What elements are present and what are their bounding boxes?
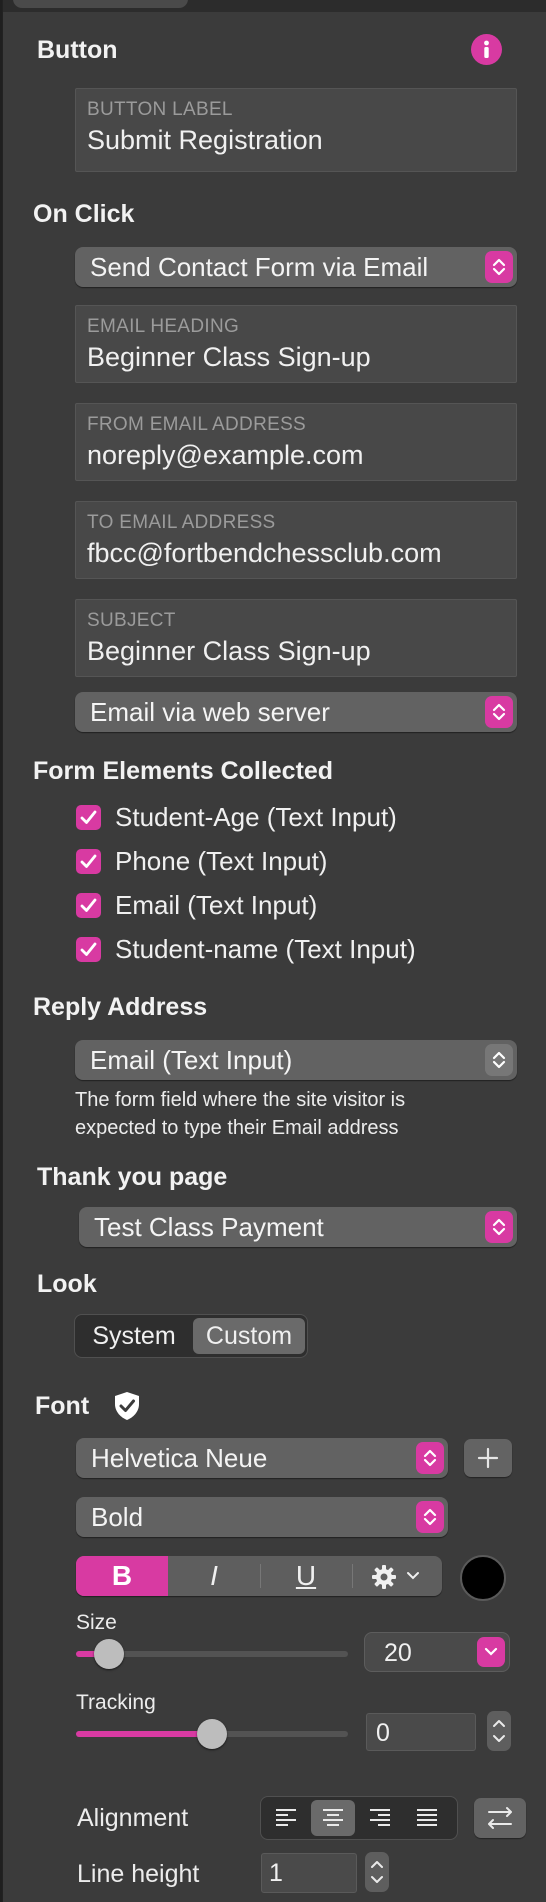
subject-caption: SUBJECT [87,610,176,631]
email-heading-field[interactable]: EMAIL HEADING Beginner Class Sign-up [75,305,517,383]
add-font-button[interactable] [464,1439,512,1477]
chevron-updown-icon [416,1442,444,1474]
reply-address-description: The form field where the site visitor is… [75,1086,405,1142]
line-height-value: 1 [269,1859,283,1887]
font-style-popup[interactable]: Bold [76,1497,448,1537]
on-click-action-popup[interactable]: Send Contact Form via Email [75,247,517,287]
checkbox-student-name[interactable] [76,937,101,962]
button-label-field[interactable]: BUTTON LABEL Submit Registration [75,88,517,172]
align-left-icon [276,1809,296,1826]
thank-you-page-popup[interactable]: Test Class Payment [79,1207,517,1247]
email-heading-caption: EMAIL HEADING [87,316,240,337]
bold-button[interactable]: B [76,1556,168,1596]
delivery-method-popup[interactable]: Email via web server [75,692,517,732]
align-right-button[interactable] [358,1800,402,1836]
size-combo-box[interactable]: 20 [364,1632,510,1672]
tracking-label: Tracking [76,1691,156,1714]
font-color-well[interactable] [460,1555,506,1601]
font-family-value: Helvetica Neue [91,1443,268,1473]
look-option-system[interactable]: System [79,1318,189,1354]
on-click-title: On Click [33,200,135,228]
shield-check-icon [113,1391,141,1426]
chevron-updown-icon [485,696,513,728]
thank-you-title: Thank you page [37,1163,228,1191]
checkbox-email[interactable] [76,893,101,918]
tracking-value: 0 [376,1719,390,1747]
inspector-panel: Button BUTTON LABEL Submit Registration … [2,0,546,1902]
size-label: Size [76,1611,117,1634]
tracking-slider-fill [76,1731,212,1737]
button-section-title: Button [37,36,118,64]
checkbox-label: Phone (Text Input) [115,846,328,876]
thank-you-page-value: Test Class Payment [94,1212,324,1242]
gear-icon [372,1565,396,1589]
look-title: Look [37,1270,97,1298]
checkbox-student-age[interactable] [76,805,101,830]
form-elements-title: Form Elements Collected [33,757,334,785]
button-label-value: Submit Registration [87,125,323,155]
align-justify-icon [417,1809,437,1826]
button-label-caption: BUTTON LABEL [87,99,233,120]
email-heading-value: Beginner Class Sign-up [87,342,371,372]
from-email-value: noreply@example.com [87,440,364,470]
font-family-popup[interactable]: Helvetica Neue [76,1438,448,1478]
to-email-value: fbcc@fortbendchessclub.com [87,538,442,568]
look-segmented-control: System Custom [74,1314,308,1358]
reply-address-desc-line: The form field where the site visitor is [75,1089,406,1111]
checkbox-phone[interactable] [76,849,101,874]
delivery-method-value: Email via web server [90,697,330,727]
align-justify-button[interactable] [405,1800,449,1836]
plus-icon [477,1447,499,1469]
underline-button[interactable]: U [260,1556,352,1596]
checkbox-label: Email (Text Input) [115,890,318,920]
subject-value: Beginner Class Sign-up [87,636,371,666]
italic-button[interactable]: I [168,1556,260,1596]
reply-address-value: Email (Text Input) [90,1045,293,1075]
chevron-updown-icon [416,1501,444,1533]
look-option-custom[interactable]: Custom [193,1318,305,1354]
checkbox-label: Student-name (Text Input) [115,934,416,964]
text-direction-button[interactable] [474,1798,526,1838]
inspector-tab[interactable] [13,0,188,8]
line-height-stepper[interactable] [365,1852,389,1892]
tracking-slider-knob[interactable] [197,1719,227,1749]
alignment-segmented-control [260,1796,458,1840]
reply-address-title: Reply Address [33,993,208,1021]
tracking-stepper[interactable] [487,1711,511,1751]
checkbox-label: Student-Age (Text Input) [115,802,397,832]
align-right-icon [370,1809,390,1826]
text-direction-icon [488,1807,512,1829]
from-email-caption: FROM EMAIL ADDRESS [87,414,307,435]
chevron-down-icon [407,1572,419,1580]
tracking-input[interactable]: 0 [366,1713,476,1751]
align-center-icon [323,1809,343,1826]
on-click-action-value: Send Contact Form via Email [90,252,429,282]
font-title: Font [35,1392,90,1420]
subject-field[interactable]: SUBJECT Beginner Class Sign-up [75,599,517,677]
from-email-field[interactable]: FROM EMAIL ADDRESS noreply@example.com [75,403,517,481]
size-value: 20 [384,1639,412,1667]
align-left-button[interactable] [264,1800,308,1836]
line-height-label: Line height [77,1860,200,1888]
chevron-updown-icon [485,251,513,283]
line-height-input[interactable]: 1 [261,1853,357,1893]
alignment-label: Alignment [77,1804,189,1832]
text-style-toolbar: B I U [76,1556,442,1596]
align-center-button[interactable] [311,1800,355,1836]
chevron-updown-icon [485,1211,513,1243]
size-slider-knob[interactable] [93,1639,124,1669]
chevron-updown-icon [485,1044,513,1076]
to-email-field[interactable]: TO EMAIL ADDRESS fbcc@fortbendchessclub.… [75,501,517,579]
font-style-value: Bold [91,1502,144,1532]
text-options-menu-button[interactable] [352,1556,442,1596]
chevron-down-icon[interactable] [477,1637,505,1667]
reply-address-desc-line: expected to type their Email address [75,1117,399,1139]
to-email-caption: TO EMAIL ADDRESS [87,512,276,533]
reply-address-popup[interactable]: Email (Text Input) [75,1040,517,1080]
info-icon[interactable] [471,34,502,65]
